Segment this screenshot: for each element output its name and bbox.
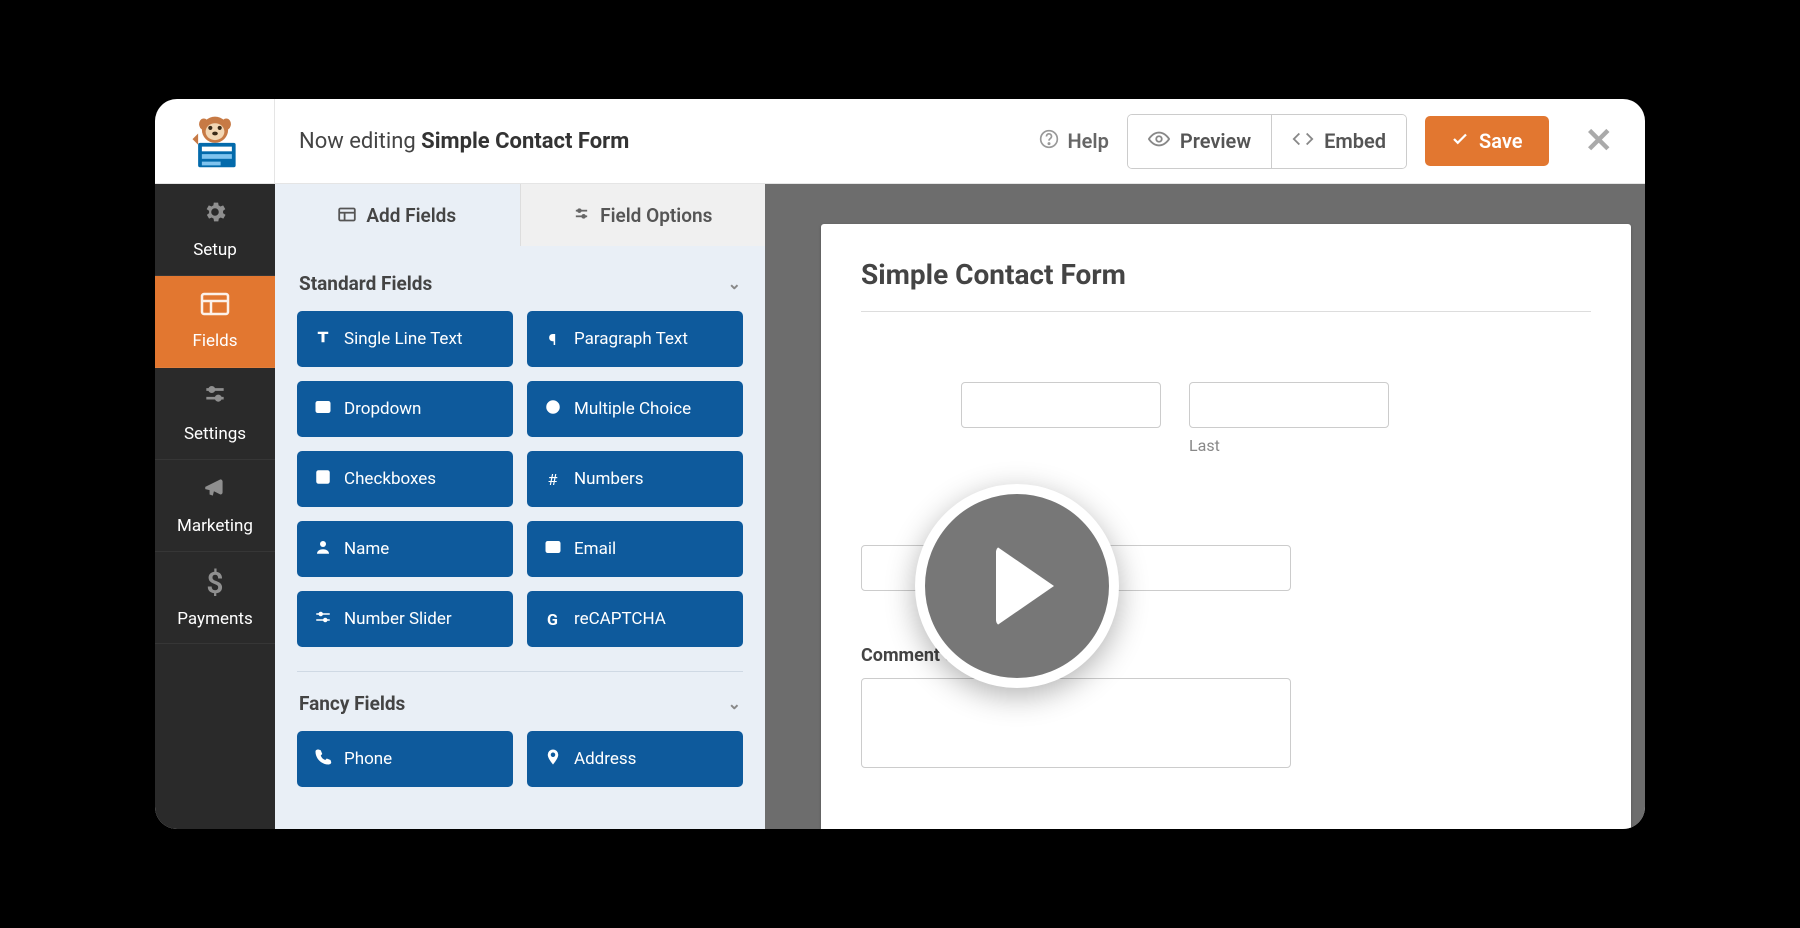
- standard-fields-grid: Single Line Text ¶ Paragraph Text Dropdo…: [297, 311, 743, 647]
- field-single-line-text[interactable]: Single Line Text: [297, 311, 513, 367]
- dropdown-icon: [313, 398, 332, 420]
- google-icon: G: [543, 610, 562, 629]
- field-label: Number Slider: [344, 609, 452, 629]
- field-address[interactable]: Address: [527, 731, 743, 787]
- sidebar-label-marketing: Marketing: [177, 516, 253, 536]
- sidebar-item-setup[interactable]: Setup: [155, 184, 275, 276]
- field-dropdown[interactable]: Dropdown: [297, 381, 513, 437]
- eye-icon: [1148, 128, 1170, 155]
- field-numbers[interactable]: # Numbers: [527, 451, 743, 507]
- standard-fields-title: Standard Fields: [299, 272, 432, 295]
- field-label: Email: [574, 539, 616, 559]
- field-label: reCAPTCHA: [574, 609, 666, 629]
- last-name-sublabel: Last: [1189, 436, 1389, 455]
- play-video-button[interactable]: [915, 484, 1119, 688]
- editing-prefix: Now editing: [299, 129, 416, 154]
- form-title: Simple Contact Form: [861, 258, 1591, 312]
- sliders-sm-icon: [573, 204, 590, 227]
- first-name-input[interactable]: [961, 382, 1161, 428]
- field-label: Address: [574, 749, 636, 769]
- text-icon: [313, 328, 332, 350]
- check-icon: [1451, 129, 1469, 153]
- field-recaptcha[interactable]: G reCAPTCHA: [527, 591, 743, 647]
- field-email[interactable]: Email: [527, 521, 743, 577]
- field-multiple-choice[interactable]: Multiple Choice: [527, 381, 743, 437]
- tab-add-label: Add Fields: [366, 204, 456, 227]
- sidebar-label-fields: Fields: [192, 331, 237, 351]
- checkbox-icon: [313, 468, 332, 490]
- field-label: Paragraph Text: [574, 329, 688, 349]
- phone-icon: [313, 748, 332, 770]
- field-checkboxes[interactable]: Checkboxes: [297, 451, 513, 507]
- editing-label: Now editing Simple Contact Form: [275, 129, 1039, 154]
- play-icon: [996, 546, 1054, 626]
- field-number-slider[interactable]: Number Slider: [297, 591, 513, 647]
- preview-button[interactable]: Preview: [1128, 115, 1271, 168]
- preview-label: Preview: [1180, 129, 1251, 153]
- field-label: Dropdown: [344, 399, 421, 419]
- tab-field-options[interactable]: Field Options: [520, 184, 766, 246]
- preview-embed-group: Preview Embed: [1127, 114, 1407, 169]
- sidebar-label-setup: Setup: [193, 240, 237, 260]
- field-label: Single Line Text: [344, 329, 462, 349]
- bullhorn-icon: [202, 475, 228, 508]
- app-logo: [155, 99, 275, 184]
- fancy-fields-grid: Phone Address: [297, 731, 743, 787]
- sidebar: Setup Fields Settings Marketing: [155, 184, 275, 829]
- sidebar-label-payments: Payments: [177, 609, 252, 629]
- embed-label: Embed: [1324, 129, 1386, 153]
- field-paragraph-text[interactable]: ¶ Paragraph Text: [527, 311, 743, 367]
- help-icon: [1039, 129, 1059, 154]
- form-canvas: Simple Contact Form Last Comment or Mess…: [765, 184, 1645, 829]
- fields-panel: Add Fields Field Options Standard Fields…: [275, 184, 765, 829]
- sidebar-item-payments[interactable]: $ Payments: [155, 552, 275, 644]
- dollar-icon: $: [206, 566, 223, 601]
- chevron-down-icon: ⌄: [728, 274, 741, 293]
- help-button[interactable]: Help: [1039, 129, 1108, 154]
- field-label: Name: [344, 539, 389, 559]
- sliders-icon: [202, 383, 228, 416]
- gear-icon: [202, 199, 228, 232]
- comment-textarea[interactable]: [861, 678, 1291, 768]
- field-name[interactable]: Name: [297, 521, 513, 577]
- name-field-row: Last: [961, 382, 1591, 455]
- layout-sm-icon: [338, 204, 356, 227]
- divider: [297, 671, 743, 672]
- close-button[interactable]: ✕: [1567, 121, 1618, 161]
- code-icon: [1292, 128, 1314, 155]
- radio-icon: [543, 398, 562, 420]
- pin-icon: [543, 748, 562, 770]
- paragraph-icon: ¶: [543, 330, 562, 349]
- standard-fields-header[interactable]: Standard Fields ⌄: [297, 258, 743, 311]
- sidebar-item-marketing[interactable]: Marketing: [155, 460, 275, 552]
- user-icon: [313, 538, 332, 560]
- top-bar: Now editing Simple Contact Form Help Pre…: [155, 99, 1645, 184]
- save-label: Save: [1479, 129, 1522, 153]
- field-label: Checkboxes: [344, 469, 436, 489]
- sliders-h-icon: [313, 608, 332, 630]
- fancy-fields-title: Fancy Fields: [299, 692, 405, 715]
- hash-icon: #: [543, 470, 562, 489]
- tab-options-label: Field Options: [600, 204, 712, 227]
- field-label: Multiple Choice: [574, 399, 691, 419]
- last-name-input[interactable]: [1189, 382, 1389, 428]
- tab-add-fields[interactable]: Add Fields: [275, 184, 520, 246]
- sidebar-item-settings[interactable]: Settings: [155, 368, 275, 460]
- fancy-fields-header[interactable]: Fancy Fields ⌄: [297, 678, 743, 731]
- sidebar-item-fields[interactable]: Fields: [155, 276, 275, 368]
- help-label: Help: [1067, 129, 1108, 153]
- editing-form-name: Simple Contact Form: [421, 129, 629, 154]
- field-label: Numbers: [574, 469, 644, 489]
- field-phone[interactable]: Phone: [297, 731, 513, 787]
- chevron-down-icon: ⌄: [728, 694, 741, 713]
- layout-icon: [200, 292, 230, 323]
- envelope-icon: [543, 538, 562, 560]
- field-label: Phone: [344, 749, 392, 769]
- embed-button[interactable]: Embed: [1271, 115, 1406, 168]
- save-button[interactable]: Save: [1425, 116, 1548, 166]
- sidebar-label-settings: Settings: [184, 424, 246, 444]
